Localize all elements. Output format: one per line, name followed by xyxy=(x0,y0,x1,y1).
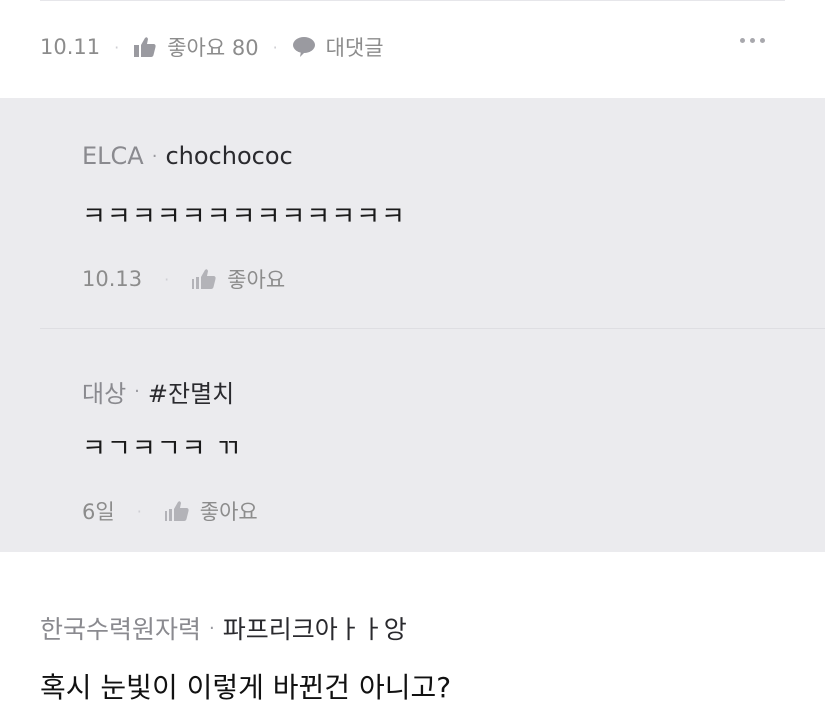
replies-section: ELCA · chochococ ㅋㅋㅋㅋㅋㅋㅋㅋㅋㅋㅋㅋㅋ 10.13 · 좋… xyxy=(0,98,825,552)
reply-meta-row: 6일 · 좋아요 xyxy=(82,496,258,526)
reply-text: ㅋㄱㅋㄱㅋ ㄲ xyxy=(82,434,241,464)
reply-like-label: 좋아요 xyxy=(199,500,258,524)
meta-separator: · xyxy=(114,37,120,57)
reply-author[interactable]: ELCA · chochococ xyxy=(82,142,293,170)
top-divider xyxy=(40,0,785,1)
comment-reply-label: 대댓글 xyxy=(325,36,384,60)
reply-like-button[interactable]: 좋아요 xyxy=(191,264,285,294)
meta-separator: · xyxy=(272,37,278,57)
reply-author-badge: 대상 xyxy=(82,380,127,408)
thumbs-up-icon xyxy=(133,36,157,58)
thumbs-up-icon xyxy=(164,500,190,522)
speech-bubble-icon xyxy=(292,36,316,58)
comment-like-button[interactable]: 좋아요 80 xyxy=(133,32,259,62)
reply-date: 10.13 xyxy=(82,267,143,291)
author-separator: · xyxy=(151,145,158,167)
author-separator: · xyxy=(209,617,215,639)
author-separator: · xyxy=(134,381,140,402)
reply-date: 6일 xyxy=(82,500,115,524)
next-comment-author-name: 파프리크아ㅏㅏ앙 xyxy=(222,615,407,644)
reply-text: ㅋㅋㅋㅋㅋㅋㅋㅋㅋㅋㅋㅋㅋ xyxy=(82,202,406,232)
reply-author-badge: ELCA xyxy=(82,142,144,170)
comment-like-label: 좋아요 80 xyxy=(167,36,259,60)
thumbs-up-icon xyxy=(191,268,217,290)
meta-separator: · xyxy=(136,501,142,521)
next-comment-author[interactable]: 한국수력원자력 · 파프리크아ㅏㅏ앙 xyxy=(40,610,407,646)
more-dots-icon[interactable] xyxy=(740,38,765,43)
reply-author-name: chochococ xyxy=(165,142,293,170)
reply-author-name: #잔멸치 xyxy=(147,380,235,408)
next-comment-author-badge: 한국수력원자력 xyxy=(40,615,202,644)
next-comment-text: 혹시 눈빛이 이렇게 바뀐건 아니고? xyxy=(40,671,452,704)
reply-like-label: 좋아요 xyxy=(227,268,286,292)
reply-divider xyxy=(40,328,825,329)
reply-like-button[interactable]: 좋아요 xyxy=(164,496,258,526)
reply-author[interactable]: 대상 · #잔멸치 xyxy=(82,374,234,409)
comment-reply-button[interactable]: 대댓글 xyxy=(292,32,384,62)
meta-separator: · xyxy=(164,269,170,289)
comment-date: 10.11 xyxy=(40,35,101,59)
reply-meta-row: 10.13 · 좋아요 xyxy=(82,264,285,294)
comment-meta-row: 10.11 · 좋아요 80 · 대댓글 xyxy=(40,32,384,62)
